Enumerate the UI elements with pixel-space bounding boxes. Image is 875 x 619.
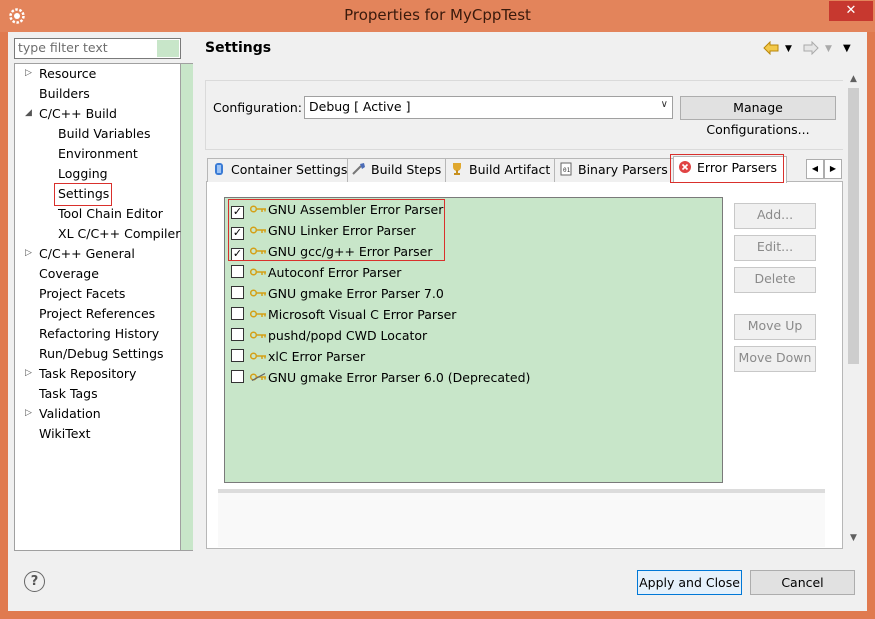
tab-highlight-annotation	[670, 154, 784, 183]
forward-dropdown-icon[interactable]: ▼	[825, 41, 832, 57]
tree-expand-icon[interactable]: ◢	[25, 104, 35, 123]
tree-item[interactable]: Logging	[58, 164, 108, 183]
scroll-up-icon[interactable]: ▲	[846, 74, 861, 84]
apply-and-close-button[interactable]: Apply and Close	[637, 570, 742, 595]
edit-button[interactable]: Edit...	[734, 235, 816, 261]
tree-expand-icon[interactable]: ▷	[25, 364, 35, 383]
key-icon	[250, 352, 266, 360]
tab-build-steps[interactable]: Build Steps	[347, 158, 449, 182]
tree-item[interactable]: Validation	[39, 404, 101, 423]
tab-label: Binary Parsers	[578, 162, 668, 177]
tree-item[interactable]: Environment	[58, 144, 138, 163]
tree-item[interactable]: Builders	[39, 84, 90, 103]
parser-checkbox[interactable]	[231, 349, 244, 362]
title-bar[interactable]: Properties for MyCppTest	[0, 0, 875, 32]
scroll-thumb[interactable]	[848, 88, 859, 364]
eclipse-gear-icon	[9, 8, 25, 24]
panel-scrollbar[interactable]: ▲ ▼	[846, 74, 861, 549]
parser-label: pushd/popd CWD Locator	[268, 328, 428, 343]
tab-scroll-right-icon[interactable]: ▶	[824, 159, 842, 179]
container-icon	[215, 163, 223, 175]
chevron-down-icon: ∨	[660, 99, 668, 110]
selected-item-annotation	[54, 183, 112, 206]
tree-scroll-strip[interactable]	[181, 63, 193, 551]
tab-label: Build Artifact	[469, 162, 551, 177]
parser-label: GNU gmake Error Parser 6.0 (Deprecated)	[268, 370, 531, 385]
manage-configurations-button[interactable]: Manage Configurations...	[680, 96, 836, 137]
binary-parsers-icon: 01	[560, 162, 572, 176]
tree-item[interactable]: WikiText	[39, 424, 91, 443]
tree-item[interactable]: Project References	[39, 304, 155, 323]
close-icon: ✕	[845, 3, 857, 18]
tree-item[interactable]: Coverage	[39, 264, 99, 283]
key-icon	[250, 268, 266, 276]
tree-expand-icon[interactable]: ▷	[25, 64, 35, 83]
svg-text:01: 01	[563, 167, 571, 174]
close-button[interactable]: ✕	[829, 1, 873, 21]
filter-placeholder: type filter text	[18, 40, 108, 55]
deprecated-key-icon	[250, 373, 266, 381]
parser-label: Autoconf Error Parser	[268, 265, 402, 280]
build-artifact-icon	[453, 163, 461, 175]
tree-item[interactable]: Refactoring History	[39, 324, 159, 343]
scroll-down-icon[interactable]: ▼	[846, 533, 861, 543]
move-down-button[interactable]: Move Down	[734, 346, 816, 372]
help-icon[interactable]: ?	[24, 571, 45, 592]
parser-label: Microsoft Visual C Error Parser	[268, 307, 457, 322]
configuration-value: Debug [ Active ]	[309, 99, 411, 114]
tab-build-artifact[interactable]: Build Artifact	[445, 158, 558, 182]
tree-item[interactable]: C/C++ Build	[39, 104, 117, 123]
tree-item[interactable]: Resource	[39, 64, 96, 83]
tree-item[interactable]: Tool Chain Editor	[58, 204, 163, 223]
parser-checkbox[interactable]	[231, 265, 244, 278]
filter-clear-area[interactable]	[157, 40, 179, 57]
parser-checkbox[interactable]	[231, 370, 244, 383]
delete-button[interactable]: Delete	[734, 267, 816, 293]
list-item[interactable]: xlC Error Parser	[231, 347, 365, 366]
back-arrow-icon[interactable]	[763, 41, 779, 55]
page-title: Settings	[205, 40, 272, 56]
tree-item[interactable]: Build Variables	[58, 124, 150, 143]
tab-label: Build Steps	[371, 162, 442, 177]
key-icon	[250, 310, 266, 318]
tree-item[interactable]: Task Repository	[39, 364, 136, 383]
configuration-select[interactable]: Debug [ Active ] ∨	[304, 96, 673, 119]
tree-item[interactable]: Task Tags	[39, 384, 98, 403]
list-item[interactable]: Microsoft Visual C Error Parser	[231, 305, 456, 324]
parser-checkbox[interactable]	[231, 307, 244, 320]
list-item[interactable]: Autoconf Error Parser	[231, 263, 401, 282]
tree-item[interactable]: Run/Debug Settings	[39, 344, 164, 363]
tab-label: Container Settings	[231, 162, 348, 177]
configuration-label: Configuration:	[213, 100, 302, 115]
tree-item[interactable]: XL C/C++ Compiler	[58, 224, 180, 243]
build-steps-icon	[352, 163, 365, 175]
details-area	[218, 493, 825, 547]
key-icon	[250, 331, 266, 339]
back-dropdown-icon[interactable]: ▼	[785, 41, 792, 57]
window-title: Properties for MyCppTest	[344, 6, 531, 24]
parser-highlight-annotation	[228, 199, 445, 261]
list-item[interactable]: GNU gmake Error Parser 6.0 (Deprecated)	[231, 368, 530, 387]
parser-checkbox[interactable]	[231, 286, 244, 299]
filter-input[interactable]: type filter text	[14, 38, 181, 59]
parser-label: GNU gmake Error Parser 7.0	[268, 286, 444, 301]
view-menu-icon[interactable]: ▼	[843, 41, 851, 57]
add-button[interactable]: Add...	[734, 203, 816, 229]
forward-arrow-icon[interactable]	[803, 41, 819, 55]
list-item[interactable]: GNU gmake Error Parser 7.0	[231, 284, 444, 303]
tree-expand-icon[interactable]: ▷	[25, 244, 35, 263]
tab-container-settings[interactable]: Container Settings	[207, 158, 351, 182]
tab-scroll-left-icon[interactable]: ◀	[806, 159, 824, 179]
key-icon	[250, 289, 266, 297]
move-up-button[interactable]: Move Up	[734, 314, 816, 340]
parser-checkbox[interactable]	[231, 328, 244, 341]
list-item[interactable]: pushd/popd CWD Locator	[231, 326, 427, 345]
tree-item[interactable]: Project Facets	[39, 284, 125, 303]
tree-item[interactable]: C/C++ General	[39, 244, 135, 263]
parser-label: xlC Error Parser	[268, 349, 366, 364]
tree-expand-icon[interactable]: ▷	[25, 404, 35, 423]
tab-binary-parsers[interactable]: 01 Binary Parsers	[554, 158, 675, 182]
cancel-button[interactable]: Cancel	[750, 570, 855, 595]
